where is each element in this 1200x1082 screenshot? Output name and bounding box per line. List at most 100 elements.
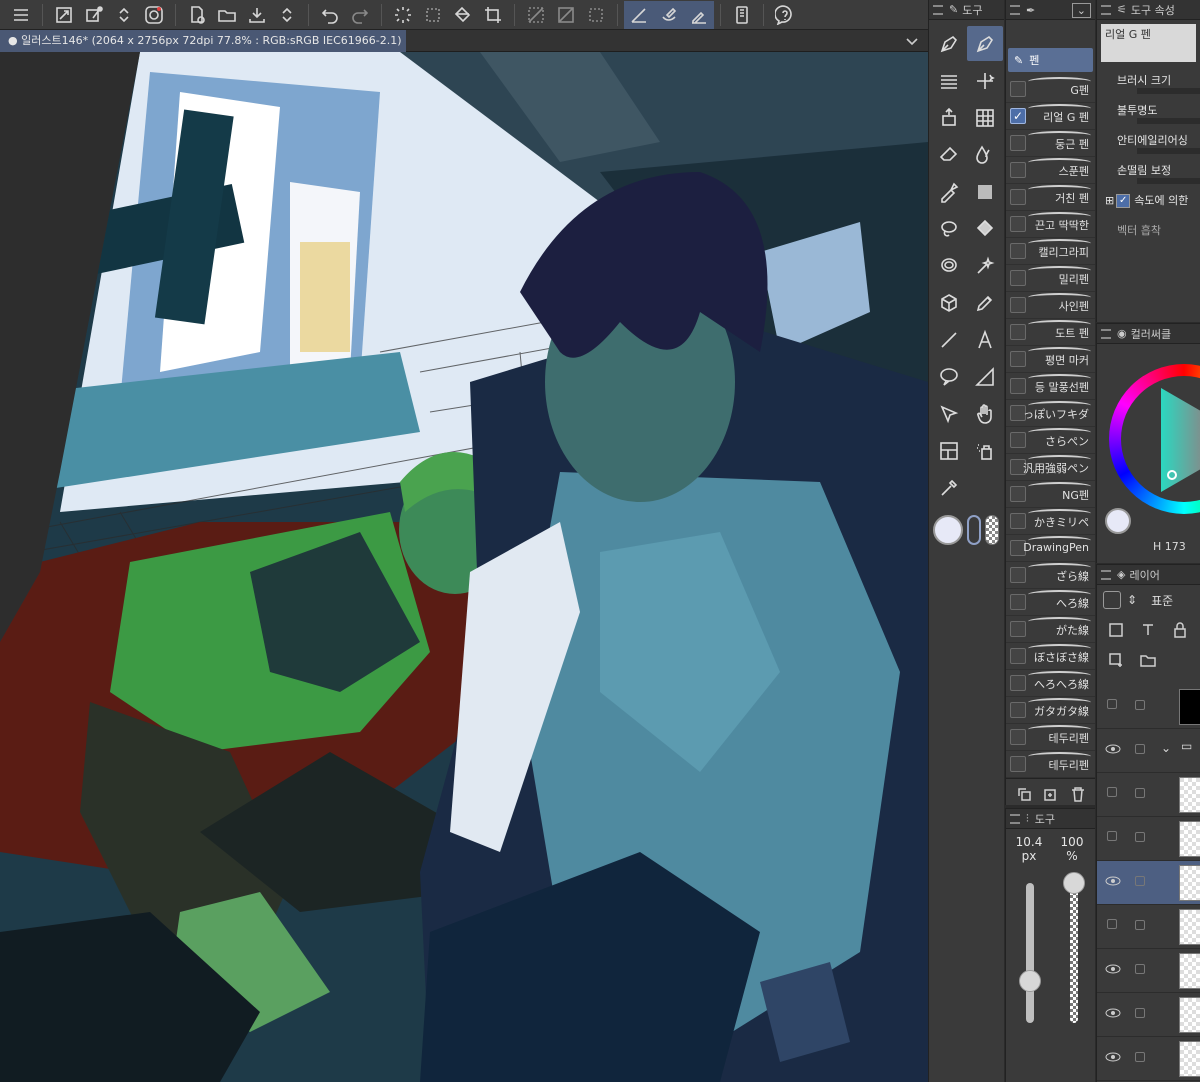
brush-item[interactable]: っぽいフキダ	[1006, 400, 1095, 427]
brush-item[interactable]: DrawingPen	[1006, 535, 1095, 562]
brush-item[interactable]: 캘리그라피	[1006, 238, 1095, 265]
lock-icon[interactable]	[1171, 621, 1189, 639]
brush-checkbox[interactable]	[1010, 324, 1026, 340]
brush-size-slider-knob[interactable]	[1019, 970, 1041, 992]
redo-icon[interactable]	[345, 1, 375, 29]
brush-item[interactable]: NG펜	[1006, 481, 1095, 508]
brush-item[interactable]: 둥근 펜	[1006, 130, 1095, 157]
layer-row[interactable]	[1097, 993, 1200, 1037]
visibility-toggle[interactable]	[1107, 787, 1117, 797]
brush-item[interactable]: ざら線	[1006, 562, 1095, 589]
artwork-illustration[interactable]	[0, 52, 928, 1082]
brush-tool-icon[interactable]	[654, 0, 684, 29]
brush-item[interactable]: 테두리펜	[1006, 724, 1095, 751]
brush-checkbox[interactable]	[1010, 513, 1026, 529]
brush-checkbox[interactable]	[1010, 648, 1026, 664]
opacity-slider[interactable]	[1070, 883, 1078, 1023]
chevron-down-icon[interactable]	[904, 33, 920, 49]
lock-toggle[interactable]	[1135, 700, 1145, 710]
up-down-icon[interactable]	[109, 1, 139, 29]
lock-toggle[interactable]	[1135, 832, 1145, 842]
brush-item[interactable]: 스푼펜	[1006, 157, 1095, 184]
layer-row[interactable]	[1097, 861, 1200, 905]
fill-icon[interactable]	[448, 1, 478, 29]
layer-row[interactable]: ⌄ ▭	[1097, 729, 1200, 773]
brush-checkbox[interactable]	[1010, 351, 1026, 367]
new-layer-icon[interactable]	[79, 1, 109, 29]
drag-grip-icon[interactable]	[933, 4, 943, 15]
property-slider[interactable]	[1137, 118, 1200, 124]
color-wheel[interactable]	[1105, 352, 1200, 522]
lock-toggle[interactable]	[1135, 964, 1145, 974]
visibility-toggle[interactable]	[1107, 699, 1117, 709]
text-icon[interactable]	[967, 322, 1003, 357]
brush-item[interactable]: かきミリペ	[1006, 508, 1095, 535]
brush-item[interactable]: 汎用強弱ペン	[1006, 454, 1095, 481]
speed-option[interactable]: ⊞ ✓ 속도에 의한	[1097, 186, 1200, 216]
brush-checkbox[interactable]	[1010, 189, 1026, 205]
speed-checkbox[interactable]: ✓	[1116, 194, 1131, 208]
layer-move-icon[interactable]	[931, 100, 967, 135]
selection-icon[interactable]	[418, 1, 448, 29]
drag-grip-icon[interactable]	[1010, 813, 1020, 824]
brush-checkbox[interactable]	[1010, 432, 1026, 448]
brush-item[interactable]: がた線	[1006, 616, 1095, 643]
brush-checkbox[interactable]	[1010, 675, 1026, 691]
new-folder-icon[interactable]	[1139, 651, 1157, 669]
vector-snap-option[interactable]: 벡터 흡착	[1097, 216, 1200, 246]
lock-toggle[interactable]	[1135, 744, 1145, 754]
trash-icon[interactable]	[1069, 785, 1087, 803]
brush-checkbox[interactable]	[1010, 243, 1026, 259]
copy-subtool-icon[interactable]	[1015, 785, 1033, 803]
frame-icon[interactable]	[967, 359, 1003, 394]
document-tab[interactable]: ● 일러스트146* (2064 x 2756px 72dpi 77.8% : …	[0, 30, 406, 52]
help-icon[interactable]	[770, 1, 800, 29]
clear-selection-icon[interactable]	[521, 1, 551, 29]
bucket-fill-icon[interactable]	[967, 211, 1003, 246]
brush-item[interactable]: ガタガタ線	[1006, 697, 1095, 724]
deselect-icon[interactable]	[581, 1, 611, 29]
brush-item[interactable]: 평면 마커	[1006, 346, 1095, 373]
blend-icon[interactable]	[967, 137, 1003, 172]
pencil-tool-icon[interactable]	[684, 0, 714, 29]
lock-toggle[interactable]	[1135, 788, 1145, 798]
magic-wand-icon[interactable]	[967, 248, 1003, 283]
layer-row[interactable]	[1097, 1037, 1200, 1081]
layer-row[interactable]	[1097, 685, 1200, 729]
brush-item[interactable]: G펜	[1006, 76, 1095, 103]
property-slider[interactable]	[1137, 88, 1200, 94]
layer-row[interactable]	[1097, 817, 1200, 861]
visibility-toggle[interactable]	[1107, 919, 1117, 929]
up-down-icon[interactable]	[272, 1, 302, 29]
brush-checkbox[interactable]	[1010, 621, 1026, 637]
eye-icon[interactable]	[1105, 1007, 1121, 1019]
3d-object-icon[interactable]	[931, 285, 967, 320]
undo-icon[interactable]	[315, 1, 345, 29]
brush-item[interactable]: 사인펜	[1006, 292, 1095, 319]
new-layer-icon[interactable]	[1107, 651, 1125, 669]
expand-icon[interactable]: ⊞	[1105, 194, 1114, 207]
transform-icon[interactable]	[478, 1, 508, 29]
drag-grip-icon[interactable]	[1101, 569, 1111, 580]
new-vector-layer-icon[interactable]	[1139, 621, 1157, 639]
brush-item[interactable]: さらぺン	[1006, 427, 1095, 454]
vector-pen-icon[interactable]	[967, 285, 1003, 320]
brush-checkbox[interactable]	[1010, 702, 1026, 718]
subtool-group-tab[interactable]: ✎ 펜	[1008, 48, 1093, 72]
spiral-icon[interactable]	[139, 1, 169, 29]
chevron-down-icon[interactable]: ⌄	[1071, 2, 1091, 18]
fit-icon[interactable]	[49, 1, 79, 29]
brush-item[interactable]: 밀리펜	[1006, 265, 1095, 292]
chevron-down-icon[interactable]: ⌄	[1161, 741, 1171, 755]
current-color-swatch[interactable]	[1105, 508, 1131, 534]
duplicate-subtool-icon[interactable]	[1042, 785, 1060, 803]
lines-icon[interactable]	[931, 63, 967, 98]
property-row[interactable]: 브러시 크기	[1097, 66, 1200, 96]
brush-checkbox[interactable]	[1010, 81, 1026, 97]
invert-icon[interactable]	[551, 1, 581, 29]
new-file-icon[interactable]	[182, 1, 212, 29]
gradient-icon[interactable]	[967, 174, 1003, 209]
grid-icon[interactable]	[967, 100, 1003, 135]
lasso-icon[interactable]	[931, 211, 967, 246]
new-raster-layer-icon[interactable]	[1107, 621, 1125, 639]
